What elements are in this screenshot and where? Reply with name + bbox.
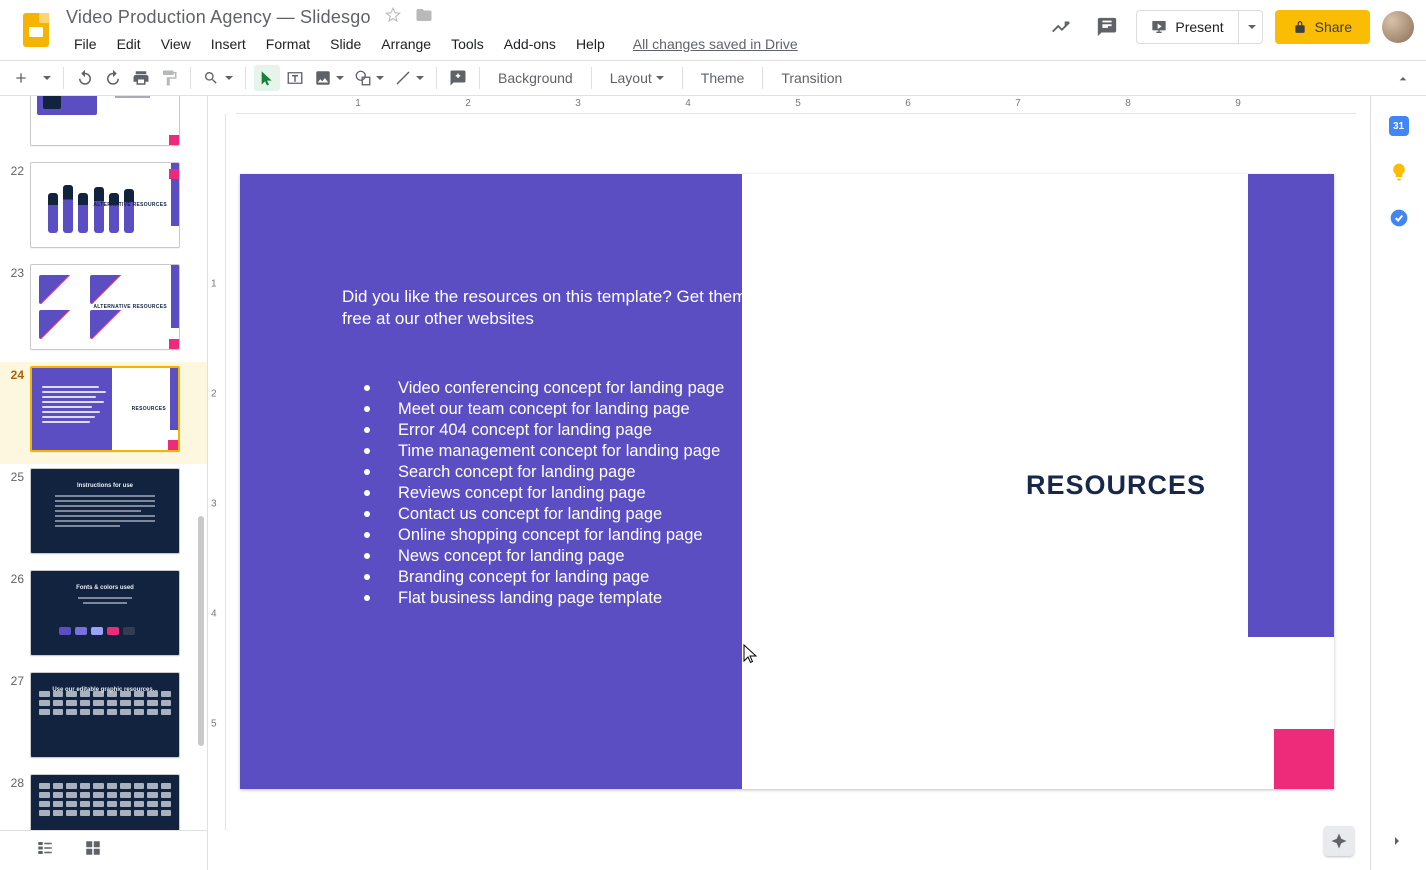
filmstrip-view-icon[interactable] xyxy=(36,839,54,862)
list-item[interactable]: Contact us concept for landing page xyxy=(364,504,724,525)
titlebar: Video Production Agency — Slidesgo File … xyxy=(0,0,1426,60)
print-button[interactable] xyxy=(128,65,154,91)
menu-tools[interactable]: Tools xyxy=(443,32,492,56)
filmstrip-scrollbar[interactable] xyxy=(198,516,204,746)
new-slide-button[interactable] xyxy=(8,65,34,91)
add-comment-button[interactable] xyxy=(445,65,471,91)
caret-down-icon xyxy=(225,76,233,80)
list-item[interactable]: Online shopping concept for landing page xyxy=(364,525,724,546)
thumb-24[interactable]: 24 RESOURCES xyxy=(0,362,207,464)
textbox-tool[interactable] xyxy=(282,65,308,91)
image-tool[interactable] xyxy=(310,65,348,91)
slide[interactable]: Did you like the resources on this templ… xyxy=(240,174,1334,789)
keep-addon-icon[interactable] xyxy=(1389,162,1409,182)
present-button[interactable]: Present xyxy=(1136,10,1238,44)
list-item[interactable]: Search concept for landing page xyxy=(364,462,724,483)
list-item[interactable]: Video conferencing concept for landing p… xyxy=(364,378,724,399)
transition-button[interactable]: Transition xyxy=(771,65,852,91)
star-icon[interactable] xyxy=(385,7,401,28)
menubar: File Edit View Insert Format Slide Arran… xyxy=(66,32,798,56)
caret-down-icon xyxy=(656,76,664,80)
list-item[interactable]: Meet our team concept for landing page xyxy=(364,399,724,420)
slide-resource-list[interactable]: Video conferencing concept for landing p… xyxy=(364,378,724,608)
drive-status[interactable]: All changes saved in Drive xyxy=(633,32,798,56)
explore-button[interactable] xyxy=(1324,826,1354,856)
slide-pink-accent xyxy=(1274,729,1334,789)
menu-format[interactable]: Format xyxy=(258,32,318,56)
list-item[interactable]: Error 404 concept for landing page xyxy=(364,420,724,441)
undo-button[interactable] xyxy=(72,65,98,91)
menu-view[interactable]: View xyxy=(153,32,199,56)
layout-button[interactable]: Layout xyxy=(600,65,674,91)
share-button[interactable]: Share xyxy=(1275,10,1370,44)
main: 21 22 ALTERNATIVE RESOURCES 23 ALTERNATI… xyxy=(0,96,1426,870)
list-item[interactable]: Flat business landing page template xyxy=(364,588,724,609)
collapse-toolbar-button[interactable] xyxy=(1390,66,1416,92)
tasks-addon-icon[interactable] xyxy=(1389,208,1409,228)
grid-view-icon[interactable] xyxy=(84,839,102,862)
menu-edit[interactable]: Edit xyxy=(109,32,149,56)
line-tool[interactable] xyxy=(390,65,428,91)
zoom-button[interactable] xyxy=(199,65,237,91)
thumb-26[interactable]: 26 Fonts & colors used xyxy=(0,566,207,668)
background-button[interactable]: Background xyxy=(488,65,583,91)
caret-down-icon xyxy=(376,76,384,80)
canvas[interactable]: 1 2 3 4 5 6 7 8 9 1 2 3 4 5 Did you like… xyxy=(208,96,1370,870)
menu-help[interactable]: Help xyxy=(568,32,613,56)
select-tool[interactable] xyxy=(254,65,280,91)
present-options[interactable] xyxy=(1239,10,1263,44)
paint-format-button[interactable] xyxy=(156,65,182,91)
shape-tool[interactable] xyxy=(350,65,388,91)
menu-addons[interactable]: Add-ons xyxy=(496,32,564,56)
view-toggle-bar xyxy=(0,830,208,870)
menu-insert[interactable]: Insert xyxy=(203,32,254,56)
caret-down-icon xyxy=(1248,25,1256,29)
thumb-21[interactable]: 21 xyxy=(0,96,207,158)
doc-title[interactable]: Video Production Agency — Slidesgo xyxy=(66,7,371,28)
thumb-22[interactable]: 22 ALTERNATIVE RESOURCES xyxy=(0,158,207,260)
slide-title[interactable]: RESOURCES xyxy=(1026,470,1206,501)
thumb-23[interactable]: 23 ALTERNATIVE RESOURCES xyxy=(0,260,207,362)
slides-logo[interactable] xyxy=(16,10,56,50)
list-item[interactable]: Branding concept for landing page xyxy=(364,567,724,588)
menu-file[interactable]: File xyxy=(66,32,105,56)
thumb-25[interactable]: 25 Instructions for use xyxy=(0,464,207,566)
thumb-27[interactable]: 27 Use our editable graphic resources... xyxy=(0,668,207,770)
menu-slide[interactable]: Slide xyxy=(322,32,369,56)
slide-right-bar xyxy=(1248,174,1334,637)
calendar-addon-icon[interactable]: 31 xyxy=(1389,116,1409,136)
slide-intro-text[interactable]: Did you like the resources on this templ… xyxy=(342,286,794,330)
list-item[interactable]: Reviews concept for landing page xyxy=(364,483,724,504)
new-slide-options[interactable] xyxy=(36,65,55,91)
filmstrip[interactable]: 21 22 ALTERNATIVE RESOURCES 23 ALTERNATI… xyxy=(0,96,208,870)
theme-button[interactable]: Theme xyxy=(691,65,755,91)
account-avatar[interactable] xyxy=(1382,11,1414,43)
activity-icon[interactable] xyxy=(1044,10,1078,44)
redo-button[interactable] xyxy=(100,65,126,91)
caret-down-icon xyxy=(43,76,51,80)
present-label: Present xyxy=(1175,19,1223,35)
list-item[interactable]: News concept for landing page xyxy=(364,546,724,567)
toolbar: Background Layout Theme Transition xyxy=(0,60,1426,96)
caret-down-icon xyxy=(416,76,424,80)
share-label: Share xyxy=(1315,19,1352,35)
comments-icon[interactable] xyxy=(1090,10,1124,44)
horizontal-ruler: 1 2 3 4 5 6 7 8 9 xyxy=(236,96,1356,114)
caret-down-icon xyxy=(336,76,344,80)
side-panel: 31 xyxy=(1370,96,1426,870)
vertical-ruler: 1 2 3 4 5 xyxy=(208,114,226,830)
cursor-icon xyxy=(743,644,759,664)
menu-arrange[interactable]: Arrange xyxy=(373,32,439,56)
move-folder-icon[interactable] xyxy=(415,6,433,29)
side-panel-collapse-icon[interactable] xyxy=(1389,833,1405,854)
list-item[interactable]: Time management concept for landing page xyxy=(364,441,724,462)
